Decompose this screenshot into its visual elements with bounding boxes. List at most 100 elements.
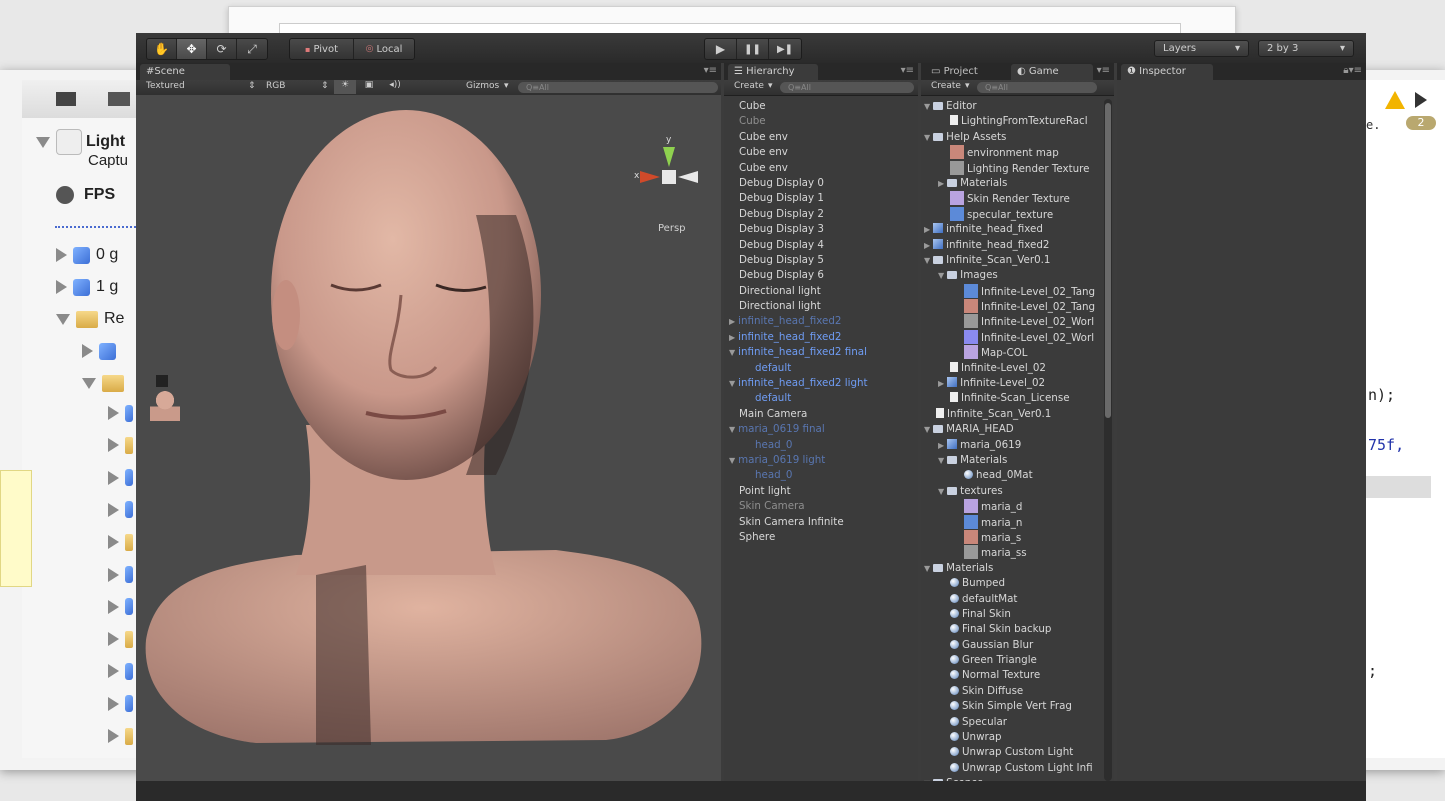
hierarchy-item[interactable]: Cube (729, 114, 918, 129)
gizmo-x-arrow[interactable] (640, 171, 660, 183)
project-item[interactable]: maria_s (924, 529, 1102, 545)
project-item[interactable]: head_0Mat (924, 468, 1102, 483)
project-item[interactable]: Infinite-Level_02_Tang (924, 283, 1102, 299)
scene-fx-icon[interactable]: ▣ (358, 80, 380, 94)
panel-menu-icon[interactable]: ▾≡ (1097, 65, 1110, 76)
project-item[interactable]: Bumped (924, 576, 1102, 591)
hierarchy-item[interactable]: Point light (729, 484, 918, 499)
hierarchy-item[interactable]: ▼ maria_0619 light (729, 453, 918, 468)
tab-hierarchy[interactable]: ☰ Hierarchy (728, 64, 818, 80)
hierarchy-item[interactable]: Directional light (729, 284, 918, 299)
project-item[interactable]: Infinite_Scan_Ver0.1 (924, 407, 1102, 422)
hierarchy-item[interactable]: Skin Camera (729, 499, 918, 514)
render-mode-dropdown[interactable]: Textured (146, 81, 185, 91)
expanded-arrow-icon[interactable]: ▼ (729, 379, 735, 388)
project-item[interactable]: Unwrap Custom Light Infi (924, 761, 1102, 776)
hand-tool-icon[interactable]: ✋ (147, 39, 177, 59)
gizmo-z-arrow[interactable] (678, 171, 698, 183)
next-icon[interactable] (1415, 92, 1427, 108)
gizmo-center[interactable] (662, 170, 676, 184)
project-item[interactable]: Final Skin backup (924, 622, 1102, 637)
scene-search-input[interactable]: Q≡All (518, 82, 718, 93)
project-item[interactable]: Unwrap (924, 730, 1102, 745)
project-item[interactable]: Skin Diffuse (924, 684, 1102, 699)
expanded-arrow-icon[interactable]: ▼ (729, 348, 735, 357)
project-scrollbar-thumb[interactable] (1105, 103, 1111, 418)
project-item[interactable]: Infinite-Scan_License (924, 391, 1102, 406)
project-item[interactable]: Skin Render Texture (924, 191, 1102, 206)
project-item[interactable]: maria_d (924, 499, 1102, 514)
collapsed-arrow-icon[interactable]: ▶ (938, 179, 944, 188)
project-item[interactable]: Specular (924, 715, 1102, 730)
project-item[interactable]: ▼ Editor (924, 99, 1102, 114)
project-scrollbar[interactable] (1104, 99, 1112, 781)
hierarchy-item[interactable]: ▶ infinite_head_fixed2 (729, 330, 918, 345)
play-button[interactable]: ▶ (705, 39, 737, 59)
audio-toggle-icon[interactable]: ◂)) (384, 80, 406, 94)
project-item[interactable]: maria_n (924, 514, 1102, 530)
hierarchy-item[interactable]: Cube env (729, 145, 918, 160)
collapsed-arrow-icon[interactable]: ▶ (938, 379, 944, 388)
hierarchy-item[interactable]: ▼ infinite_head_fixed2 light (729, 376, 918, 391)
hierarchy-item[interactable]: default (729, 391, 918, 406)
expanded-arrow-icon[interactable]: ▼ (924, 425, 930, 434)
gizmo-y-arrow[interactable] (663, 147, 675, 167)
hierarchy-item[interactable]: default (729, 361, 918, 376)
project-item[interactable]: ▼ MARIA_HEAD (924, 422, 1102, 437)
pause-button[interactable]: ❚❚ (737, 39, 769, 59)
lighting-toggle-icon[interactable]: ☀ (334, 80, 356, 94)
project-item[interactable]: specular_texture (924, 206, 1102, 222)
tab-game[interactable]: ◐ Game (1011, 64, 1093, 80)
expanded-arrow-icon[interactable]: ▼ (938, 487, 944, 496)
expanded-arrow-icon[interactable]: ▼ (924, 256, 930, 265)
hierarchy-item[interactable]: Debug Display 2 (729, 207, 918, 222)
hierarchy-item[interactable]: Cube env (729, 161, 918, 176)
hierarchy-item[interactable]: Directional light (729, 299, 918, 314)
project-item[interactable]: Green Triangle (924, 653, 1102, 668)
hierarchy-item[interactable]: head_0 (729, 468, 918, 483)
panel-menu-icon[interactable]: ▾≡ (901, 65, 914, 76)
collapsed-arrow-icon[interactable]: ▶ (729, 333, 735, 342)
project-item[interactable]: Unwrap Custom Light (924, 745, 1102, 760)
scene-viewport[interactable]: y x Persp (136, 95, 721, 781)
hierarchy-item[interactable]: ▼ maria_0619 final (729, 422, 918, 437)
expanded-arrow-icon[interactable]: ▼ (729, 425, 735, 434)
project-item[interactable]: Normal Texture (924, 668, 1102, 683)
project-item[interactable]: ▼ Infinite_Scan_Ver0.1 (924, 253, 1102, 268)
expanded-arrow-icon[interactable]: ▼ (938, 456, 944, 465)
project-item[interactable]: ▶ maria_0619 (924, 438, 1102, 453)
hierarchy-item[interactable]: Debug Display 0 (729, 176, 918, 191)
project-item[interactable]: Infinite-Level_02_Worl (924, 314, 1102, 329)
hierarchy-item[interactable]: Debug Display 4 (729, 238, 918, 253)
project-item[interactable]: defaultMat (924, 592, 1102, 607)
project-item[interactable]: LightingFromTextureRacl (924, 114, 1102, 129)
camera-icon[interactable] (156, 375, 168, 387)
pivot-button[interactable]: ▪ Pivot (290, 39, 354, 59)
project-item[interactable]: Final Skin (924, 607, 1102, 622)
project-item[interactable]: ▼ Images (924, 268, 1102, 283)
hierarchy-item[interactable]: Debug Display 3 (729, 222, 918, 237)
channel-dropdown[interactable]: RGB (266, 81, 285, 91)
project-item[interactable]: environment map (924, 145, 1102, 160)
hierarchy-item[interactable]: ▶ infinite_head_fixed2 (729, 314, 918, 329)
project-item[interactable]: ▼ Materials (924, 561, 1102, 576)
hierarchy-search-input[interactable]: Q≡All (780, 82, 914, 93)
expanded-arrow-icon[interactable]: ▼ (729, 456, 735, 465)
hierarchy-item[interactable]: Cube env (729, 130, 918, 145)
project-item[interactable]: ▼ textures (924, 484, 1102, 499)
project-item[interactable]: maria_ss (924, 545, 1102, 560)
project-item[interactable]: ▼ Materials (924, 453, 1102, 468)
hierarchy-item[interactable]: Debug Display 6 (729, 268, 918, 283)
create-dropdown[interactable]: Create (931, 81, 961, 91)
axis-gizmo[interactable]: y x (634, 135, 698, 205)
step-button[interactable]: ▶❚ (769, 39, 801, 59)
collapsed-arrow-icon[interactable]: ▶ (729, 317, 735, 326)
gizmos-dropdown[interactable]: Gizmos (466, 81, 499, 91)
tab-scene[interactable]: #Scene (140, 64, 230, 80)
collapsed-arrow-icon[interactable]: ▶ (924, 225, 930, 234)
local-button[interactable]: ◎ Local (354, 39, 414, 59)
project-item[interactable]: ▶ Materials (924, 176, 1102, 191)
project-search-input[interactable]: Q≡All (977, 82, 1097, 93)
collapsed-arrow-icon[interactable]: ▶ (938, 441, 944, 450)
expanded-arrow-icon[interactable]: ▼ (938, 271, 944, 280)
